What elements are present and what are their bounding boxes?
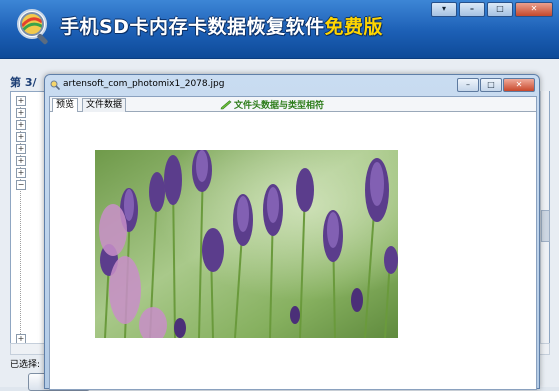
dialog-maximize-button[interactable]: □ xyxy=(480,78,502,92)
file-match-status: 文件头数据与类型相符 xyxy=(220,98,324,111)
magnifier-disk-logo-icon xyxy=(17,9,48,45)
dialog-titlebar[interactable]: artensoft_com_photomix1_2078.jpg – □ ✕ xyxy=(45,75,539,95)
app-menu-button[interactable]: ▾ xyxy=(431,2,457,17)
magnifier-icon xyxy=(50,80,60,90)
lavender-flowers-photo xyxy=(95,150,398,338)
dialog-window-controls: – □ ✕ xyxy=(457,78,535,92)
scrollbar-thumb[interactable] xyxy=(541,210,550,242)
tree-expand-icon[interactable]: + xyxy=(16,120,26,130)
app-title-free: 免费版 xyxy=(324,16,383,38)
tree-expand-icon[interactable]: + xyxy=(16,168,26,178)
tree-expand-icon[interactable]: + xyxy=(16,156,26,166)
tree-expand-icon[interactable]: + xyxy=(16,144,26,154)
app-maximize-button[interactable]: □ xyxy=(487,2,513,17)
app-minimize-button[interactable]: – xyxy=(459,2,485,17)
app-title: 手机SD卡内存卡数据恢复软件免费版 xyxy=(60,12,383,39)
app-close-button[interactable]: ✕ xyxy=(515,2,553,17)
tab-file-data[interactable]: 文件数据 xyxy=(82,98,127,112)
selected-label: 已选择: xyxy=(10,360,41,370)
tab-strip: 预览 文件数据 文件头数据与类型相符 xyxy=(50,97,536,112)
app-title-main: 手机SD卡内存卡数据恢复软件 xyxy=(60,16,325,38)
dialog-title: artensoft_com_photomix1_2078.jpg xyxy=(63,79,225,89)
dialog-minimize-button[interactable]: – xyxy=(457,78,479,92)
app-header: 手机SD卡内存卡数据恢复软件免费版 ▾ – □ ✕ xyxy=(0,0,559,59)
app-window-controls: ▾ – □ ✕ xyxy=(431,2,553,17)
dialog-close-button[interactable]: ✕ xyxy=(503,78,535,92)
match-status-text: 文件头数据与类型相符 xyxy=(234,101,325,111)
pencil-check-icon xyxy=(220,99,232,109)
tab-preview[interactable]: 预览 xyxy=(52,98,79,112)
tree-expand-icon[interactable]: + xyxy=(16,96,26,106)
step-label: 第 3/ xyxy=(10,76,37,89)
tree-expand-icon[interactable]: + xyxy=(16,132,26,142)
tree-expand-icon[interactable]: + xyxy=(16,108,26,118)
tree-collapse-icon[interactable]: − xyxy=(16,180,26,190)
